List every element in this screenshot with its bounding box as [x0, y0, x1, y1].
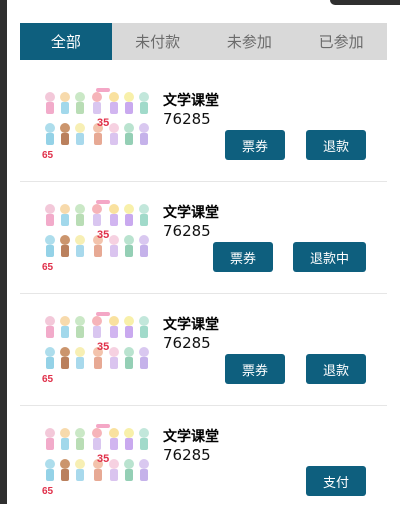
- order-price: 76285: [163, 222, 211, 240]
- order-list: 35 65 文学课堂 76285 票券 退款 35 65 文学课堂 76285 …: [20, 70, 387, 517]
- order-title: 文学课堂: [163, 205, 219, 221]
- product-thumbnail: 35 65: [42, 424, 149, 496]
- figure-number-65: 65: [42, 486, 54, 496]
- product-thumbnail: 35 65: [42, 312, 149, 384]
- figure-number-35: 35: [97, 117, 109, 129]
- figure-number-65: 65: [42, 374, 54, 384]
- order-title: 文学课堂: [163, 429, 219, 445]
- order-card: 35 65 文学课堂 76285 票券 退款: [20, 70, 387, 182]
- order-title: 文学课堂: [163, 93, 219, 109]
- order-title: 文学课堂: [163, 317, 219, 333]
- order-status-tabs: 全部 未付款 未参加 已参加: [20, 23, 387, 60]
- figure-number-35: 35: [97, 229, 109, 241]
- figure-number-65: 65: [42, 150, 54, 160]
- product-thumbnail: 35 65: [42, 88, 149, 160]
- ticket-button[interactable]: 票券: [213, 242, 273, 272]
- figure-number-65: 65: [42, 262, 54, 272]
- ticket-button[interactable]: 票券: [225, 130, 285, 160]
- window-edge: [0, 0, 7, 504]
- order-card: 35 65 文学课堂 76285 支付: [20, 406, 387, 517]
- tab-not-attended[interactable]: 未参加: [204, 23, 296, 60]
- ticket-button[interactable]: 票券: [225, 354, 285, 384]
- tab-all[interactable]: 全部: [20, 23, 112, 60]
- order-price: 76285: [163, 110, 211, 128]
- order-card: 35 65 文学课堂 76285 票券 退款: [20, 294, 387, 406]
- figure-number-35: 35: [97, 341, 109, 353]
- figure-number-35: 35: [97, 453, 109, 465]
- window-corner: [330, 0, 400, 5]
- refund-button[interactable]: 退款: [306, 130, 366, 160]
- order-card: 35 65 文学课堂 76285 票券 退款中: [20, 182, 387, 294]
- product-thumbnail: 35 65: [42, 200, 149, 272]
- pay-button[interactable]: 支付: [306, 466, 366, 496]
- refund-button[interactable]: 退款: [306, 354, 366, 384]
- order-price: 76285: [163, 334, 211, 352]
- order-price: 76285: [163, 446, 211, 464]
- tab-unpaid[interactable]: 未付款: [112, 23, 204, 60]
- refunding-button[interactable]: 退款中: [293, 242, 366, 272]
- tab-attended[interactable]: 已参加: [295, 23, 387, 60]
